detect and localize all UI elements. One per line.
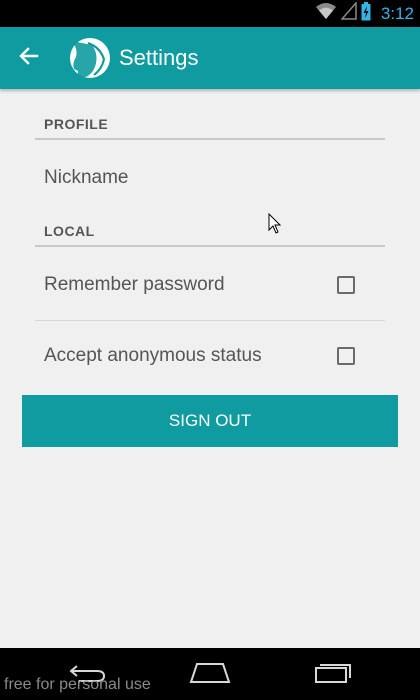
app-logo xyxy=(64,33,112,83)
nav-home-button[interactable] xyxy=(180,660,240,690)
status-bar: 3:12 xyxy=(0,0,420,27)
nickname-preference[interactable]: Nickname xyxy=(35,153,385,203)
nickname-label: Nickname xyxy=(44,167,129,188)
nav-recents-icon xyxy=(314,662,352,689)
signal-icon xyxy=(340,1,357,25)
accept-anonymous-checkbox[interactable] xyxy=(337,347,355,365)
arrow-left-icon xyxy=(19,46,39,70)
status-time: 3:12 xyxy=(380,3,414,23)
remember-password-preference[interactable]: Remember password xyxy=(35,260,385,310)
back-button[interactable] xyxy=(14,44,44,72)
remember-password-label: Remember password xyxy=(44,274,225,295)
battery-icon xyxy=(361,1,371,26)
remember-password-checkbox[interactable] xyxy=(337,276,355,294)
watermark-text: free for personal use xyxy=(4,676,151,693)
accept-anonymous-preference[interactable]: Accept anonymous status xyxy=(35,331,385,381)
nav-home-icon xyxy=(189,662,231,689)
wifi-icon xyxy=(315,2,337,25)
app-bar: Settings xyxy=(0,27,420,89)
divider xyxy=(35,320,385,321)
section-header-local: LOCAL xyxy=(35,223,385,247)
app-title: Settings xyxy=(119,45,199,70)
mouse-cursor-icon xyxy=(268,212,282,240)
section-header-profile: PROFILE xyxy=(35,116,385,140)
nav-recents-button[interactable] xyxy=(303,660,363,690)
accept-anonymous-label: Accept anonymous status xyxy=(44,345,262,366)
sign-out-button[interactable]: SIGN OUT xyxy=(22,395,398,447)
